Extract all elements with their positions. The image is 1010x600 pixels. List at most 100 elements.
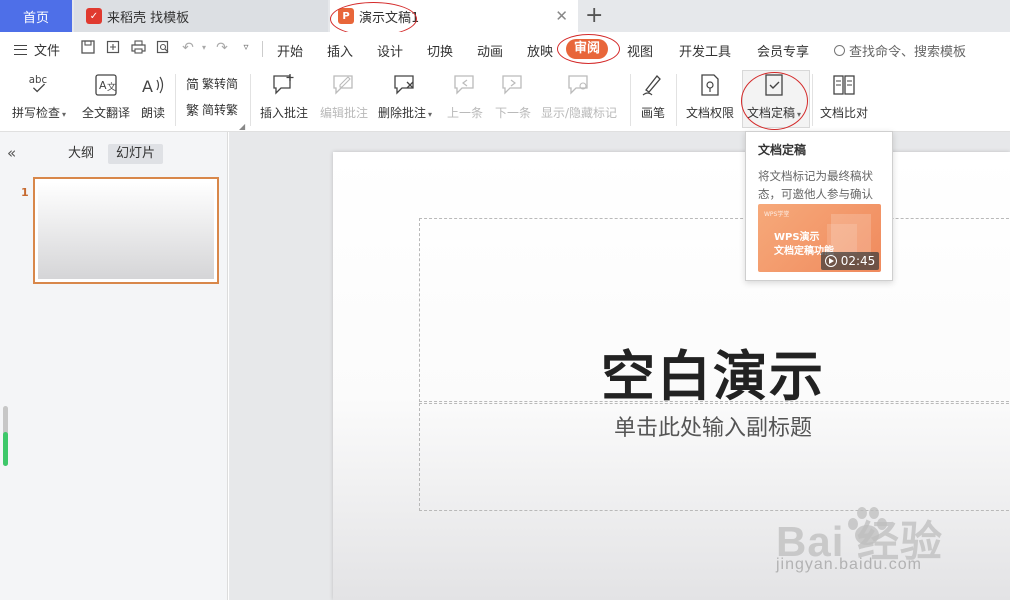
divider bbox=[630, 74, 631, 126]
spell-check-icon: abc bbox=[26, 72, 52, 98]
previous-comment-button[interactable]: 上一条 bbox=[447, 72, 483, 121]
svg-text:文: 文 bbox=[107, 81, 116, 93]
document-permission-label: 文档权限 bbox=[686, 106, 735, 120]
tab-slides[interactable]: 幻灯片 bbox=[108, 144, 163, 164]
slides-panel: « 大纲 幻灯片 1 bbox=[0, 132, 228, 600]
document-permission-button[interactable]: 文档权限 bbox=[686, 72, 734, 121]
simp-trad-label: 简转繁 bbox=[202, 103, 239, 117]
panel-scrollbar-thumb[interactable] bbox=[3, 432, 8, 466]
menu-slideshow[interactable]: 放映 bbox=[527, 41, 553, 60]
read-aloud-label: 朗读 bbox=[140, 106, 165, 120]
edit-comment-label: 编辑批注 bbox=[320, 106, 369, 120]
menu-start[interactable]: 开始 bbox=[277, 41, 303, 60]
undo-dropdown-icon[interactable]: ▾ bbox=[196, 40, 212, 56]
edit-comment-button[interactable]: 编辑批注 bbox=[320, 72, 368, 121]
pen-label: 画笔 bbox=[640, 106, 665, 120]
search-icon bbox=[834, 45, 845, 56]
annotation-oval-doc-tab bbox=[330, 2, 417, 36]
menu-developer[interactable]: 开发工具 bbox=[679, 41, 731, 60]
insert-comment-button[interactable]: 插入批注 bbox=[260, 72, 308, 121]
divider bbox=[175, 74, 176, 126]
menu-design[interactable]: 设计 bbox=[377, 41, 403, 60]
slide-thumbnail-preview bbox=[38, 182, 214, 279]
next-comment-button[interactable]: 下一条 bbox=[495, 72, 531, 121]
chevron-down-icon: ▾ bbox=[428, 110, 433, 119]
slide-subtitle[interactable]: 单击此处输入副标题 bbox=[419, 410, 1007, 442]
file-menu[interactable]: 文件 bbox=[14, 40, 60, 59]
undo-icon[interactable]: ↶ bbox=[180, 40, 196, 56]
divider bbox=[812, 74, 813, 126]
document-permission-icon bbox=[697, 72, 723, 98]
save-icon[interactable] bbox=[80, 40, 96, 56]
video-duration-label: 02:45 bbox=[840, 254, 876, 268]
menu-transition[interactable]: 切换 bbox=[427, 41, 453, 60]
document-compare-button[interactable]: 文档比对 bbox=[820, 72, 868, 121]
play-icon bbox=[824, 255, 837, 267]
svg-text:A: A bbox=[99, 79, 107, 92]
menu-member[interactable]: 会员专享 bbox=[757, 41, 809, 60]
menu-animation[interactable]: 动画 bbox=[477, 41, 503, 60]
slide-title[interactable]: 空白演示 bbox=[419, 332, 1007, 411]
finalize-tooltip: 文档定稿 将文档标记为最终稿状态，可邀他人参与确认 WPS学堂 WPS演示 文档… bbox=[745, 131, 893, 281]
document-compare-icon bbox=[831, 72, 857, 98]
spell-check-label: 拼写检查 bbox=[12, 106, 61, 120]
delete-comment-icon bbox=[392, 72, 418, 98]
tab-straw[interactable]: ✓ 来稻壳 找模板 bbox=[74, 0, 328, 32]
translate-icon: A文 bbox=[93, 72, 119, 98]
simp-trad-icon: 繁 bbox=[186, 104, 200, 119]
export-pdf-icon[interactable] bbox=[105, 40, 121, 56]
plus-icon[interactable]: + bbox=[585, 3, 603, 29]
command-search[interactable]: 查找命令、搜索模板 bbox=[834, 41, 966, 60]
tab-straw-label: 来稻壳 找模板 bbox=[107, 10, 190, 26]
group-expand-icon[interactable]: ◢ bbox=[239, 122, 245, 131]
tutorial-video-thumbnail[interactable]: WPS学堂 WPS演示 文档定稿功能 02:45 bbox=[758, 204, 881, 272]
next-comment-label: 下一条 bbox=[495, 106, 532, 120]
search-placeholder: 查找命令、搜索模板 bbox=[849, 45, 967, 60]
delete-comment-button[interactable]: 删除批注 ▾ bbox=[378, 72, 432, 121]
annotation-oval-review bbox=[557, 34, 620, 64]
watermark-url: jingyan.baidu.com bbox=[776, 556, 922, 573]
speaker-icon: A bbox=[140, 72, 166, 98]
print-preview-icon[interactable] bbox=[155, 40, 171, 56]
svg-text:A: A bbox=[142, 77, 153, 96]
divider bbox=[676, 74, 677, 126]
baidu-watermark: Bai 经验 jingyan.baidu.com bbox=[770, 500, 1006, 600]
menu-view[interactable]: 视图 bbox=[627, 41, 653, 60]
straw-logo-icon: ✓ bbox=[86, 8, 102, 24]
slide-thumbnail[interactable] bbox=[33, 177, 219, 284]
chevron-down-icon: ▾ bbox=[62, 110, 67, 119]
tab-home[interactable]: 首页 bbox=[0, 0, 72, 32]
menu-bar: 文件 ↶ ▾ ↷ ▿ 开始 插入 设计 切换 动画 放映 审阅 视图 开发工具 … bbox=[0, 32, 1010, 66]
redo-icon[interactable]: ↷ bbox=[214, 40, 230, 56]
video-title-line1: WPS演示 bbox=[774, 232, 820, 243]
video-duration[interactable]: 02:45 bbox=[821, 252, 879, 270]
read-aloud-button[interactable]: A 朗读 bbox=[140, 72, 166, 121]
annotation-oval-finalize bbox=[741, 72, 808, 130]
customize-toolbar-icon[interactable]: ▿ bbox=[238, 40, 254, 56]
tab-outline[interactable]: 大纲 bbox=[62, 144, 100, 164]
pen-button[interactable]: 画笔 bbox=[640, 72, 666, 121]
menu-insert[interactable]: 插入 bbox=[327, 41, 353, 60]
simp-to-trad-button[interactable]: 繁 简转繁 bbox=[186, 100, 238, 119]
show-hide-marks-button[interactable]: 显示/隐藏标记 bbox=[541, 72, 617, 121]
insert-comment-label: 插入批注 bbox=[260, 106, 309, 120]
trad-simp-label: 繁转简 bbox=[202, 77, 239, 91]
insert-comment-icon bbox=[271, 72, 297, 98]
slide-number: 1 bbox=[21, 186, 29, 199]
close-icon[interactable]: ✕ bbox=[555, 7, 568, 25]
edit-comment-icon bbox=[331, 72, 357, 98]
trad-simp-icon: 简 bbox=[186, 78, 200, 93]
delete-comment-label: 删除批注 bbox=[378, 106, 427, 120]
tooltip-description: 将文档标记为最终稿状态，可邀他人参与确认 bbox=[758, 169, 873, 201]
trad-to-simp-button[interactable]: 简 繁转简 bbox=[186, 74, 238, 93]
collapse-panel-icon[interactable]: « bbox=[7, 144, 16, 162]
file-menu-label: 文件 bbox=[34, 44, 61, 59]
divider bbox=[250, 74, 251, 126]
video-tag: WPS学堂 bbox=[764, 211, 790, 218]
previous-comment-label: 上一条 bbox=[447, 106, 484, 120]
translate-button[interactable]: A文 全文翻译 bbox=[82, 72, 130, 121]
spell-check-button[interactable]: abc 拼写检查 ▾ bbox=[12, 72, 66, 121]
print-icon[interactable] bbox=[130, 40, 146, 56]
previous-comment-icon bbox=[452, 72, 478, 98]
divider bbox=[262, 41, 263, 57]
